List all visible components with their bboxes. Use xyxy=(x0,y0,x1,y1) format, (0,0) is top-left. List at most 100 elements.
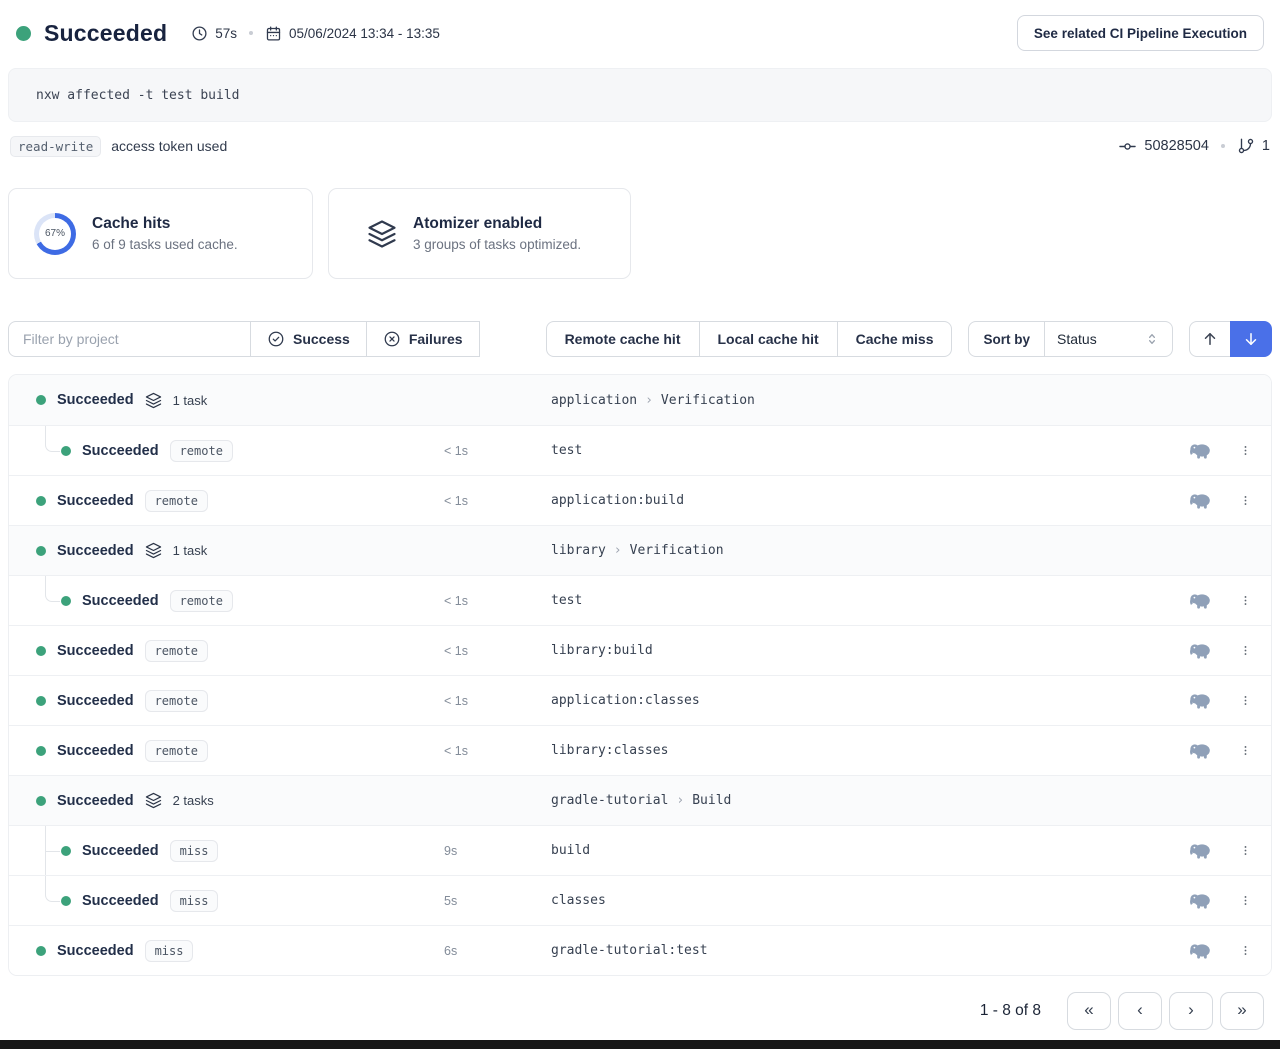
cache-percent: 67% xyxy=(39,218,71,250)
sort-select[interactable]: Status xyxy=(1044,321,1173,357)
status-dot xyxy=(61,596,71,606)
gradle-icon[interactable] xyxy=(1189,441,1212,460)
access-token-label: access token used xyxy=(111,138,227,154)
group-row[interactable]: Succeeded 2 tasks gradle-tutorial › Buil… xyxy=(9,775,1271,825)
gradle-icon[interactable] xyxy=(1189,841,1212,860)
tasks-count: 1 task xyxy=(173,543,208,558)
task-row[interactable]: Succeeded miss 6s gradle-tutorial:test xyxy=(9,925,1271,975)
cache-status-badge: miss xyxy=(170,890,219,912)
cache-status-badge: remote xyxy=(145,690,208,712)
task-name: library:build xyxy=(551,643,1189,658)
task-row[interactable]: Succeeded remote < 1s test xyxy=(9,425,1271,475)
status-dot xyxy=(36,796,46,806)
row-status: Succeeded xyxy=(57,493,134,509)
gradle-icon[interactable] xyxy=(1189,591,1212,610)
arrow-up-icon xyxy=(1201,330,1219,348)
task-name: gradle-tutorial:test xyxy=(551,943,1189,958)
target-name: Build xyxy=(692,793,731,808)
task-name: test xyxy=(551,443,1189,458)
task-name: test xyxy=(551,593,1189,608)
cache-miss-button[interactable]: Cache miss xyxy=(837,321,953,357)
kebab-menu-icon[interactable] xyxy=(1237,742,1254,759)
pagination-first-button[interactable]: « xyxy=(1067,992,1111,1030)
status-dot xyxy=(36,746,46,756)
gradle-icon[interactable] xyxy=(1189,741,1212,760)
cache-progress-ring: 67% xyxy=(34,213,76,255)
row-status: Succeeded xyxy=(57,743,134,759)
chevron-updown-icon xyxy=(1144,331,1160,347)
sort-ascending-button[interactable] xyxy=(1189,321,1231,357)
project-name: application xyxy=(551,393,637,408)
tree-connector xyxy=(45,426,60,452)
project-name: library xyxy=(551,543,606,558)
see-related-ci-pipeline-button[interactable]: See related CI Pipeline Execution xyxy=(1017,15,1264,51)
branch-icon xyxy=(1237,137,1255,155)
row-status: Succeeded xyxy=(82,893,159,909)
filter-project-input[interactable] xyxy=(8,321,251,357)
kebab-menu-icon[interactable] xyxy=(1237,442,1254,459)
page-range-label: 1 - 8 of 8 xyxy=(980,1002,1041,1020)
row-status: Succeeded xyxy=(57,643,134,659)
failures-filter-button[interactable]: Failures xyxy=(366,321,480,357)
gradle-icon[interactable] xyxy=(1189,691,1212,710)
status-dot xyxy=(61,896,71,906)
success-filter-button[interactable]: Success xyxy=(250,321,367,357)
task-row[interactable]: Succeeded remote < 1s library:classes xyxy=(9,725,1271,775)
row-status: Succeeded xyxy=(57,793,134,809)
task-row[interactable]: Succeeded remote < 1s library:build xyxy=(9,625,1271,675)
layers-icon xyxy=(367,219,397,249)
task-row[interactable]: Succeeded remote < 1s test xyxy=(9,575,1271,625)
pagination-next-button[interactable]: › xyxy=(1169,992,1213,1030)
cache-hits-card[interactable]: 67% Cache hits 6 of 9 tasks used cache. xyxy=(8,188,313,279)
kebab-menu-icon[interactable] xyxy=(1237,492,1254,509)
kebab-menu-icon[interactable] xyxy=(1237,642,1254,659)
stat-cards: 67% Cache hits 6 of 9 tasks used cache. … xyxy=(8,188,1272,279)
commit-id[interactable]: 50828504 xyxy=(1144,138,1209,154)
date-range-label: 05/06/2024 13:34 - 13:35 xyxy=(289,26,440,41)
commit-icon xyxy=(1118,137,1137,156)
task-row[interactable]: Succeeded miss 9s build xyxy=(9,825,1271,875)
atomizer-card[interactable]: Atomizer enabled 3 groups of tasks optim… xyxy=(328,188,631,279)
target-name: Verification xyxy=(661,393,755,408)
row-status: Succeeded xyxy=(57,943,134,959)
gradle-icon[interactable] xyxy=(1189,941,1212,960)
gradle-icon[interactable] xyxy=(1189,491,1212,510)
gradle-icon[interactable] xyxy=(1189,891,1212,910)
kebab-menu-icon[interactable] xyxy=(1237,942,1254,959)
group-row[interactable]: Succeeded 1 task application › Verificat… xyxy=(9,375,1271,425)
pagination-prev-button[interactable]: ‹ xyxy=(1118,992,1162,1030)
sort-by-label: Sort by xyxy=(968,321,1045,357)
run-header: Succeeded 57s 05/06/2024 13:34 - 13:35 S… xyxy=(16,14,1264,52)
local-cache-hit-button[interactable]: Local cache hit xyxy=(699,321,838,357)
kebab-menu-icon[interactable] xyxy=(1237,892,1254,909)
task-row[interactable]: Succeeded miss 5s classes xyxy=(9,875,1271,925)
access-token-badge: read-write xyxy=(10,136,101,157)
bottom-bar xyxy=(0,1040,1280,1049)
kebab-menu-icon[interactable] xyxy=(1237,692,1254,709)
task-row[interactable]: Succeeded remote < 1s application:classe… xyxy=(9,675,1271,725)
row-status: Succeeded xyxy=(82,443,159,459)
task-row[interactable]: Succeeded remote < 1s application:build xyxy=(9,475,1271,525)
sort-select-value: Status xyxy=(1057,331,1097,347)
vcs-info: 50828504 1 xyxy=(1118,137,1270,156)
group-row[interactable]: Succeeded 1 task library › Verification xyxy=(9,525,1271,575)
tasks-count: 2 tasks xyxy=(173,793,214,808)
cache-status-badge: miss xyxy=(170,840,219,862)
atomizer-card-subtitle: 3 groups of tasks optimized. xyxy=(413,237,581,252)
token-row: read-write access token used 50828504 1 xyxy=(10,134,1270,158)
sort-descending-button[interactable] xyxy=(1230,321,1272,357)
task-duration: 9s xyxy=(444,844,551,858)
gradle-icon[interactable] xyxy=(1189,641,1212,660)
status-dot xyxy=(16,26,31,41)
kebab-menu-icon[interactable] xyxy=(1237,592,1254,609)
check-circle-icon xyxy=(267,330,285,348)
separator-dot xyxy=(249,31,253,35)
kebab-menu-icon[interactable] xyxy=(1237,842,1254,859)
task-name: application:classes xyxy=(551,693,1189,708)
status-dot xyxy=(61,446,71,456)
status-dot xyxy=(36,496,46,506)
target-name: Verification xyxy=(630,543,724,558)
task-name: library:classes xyxy=(551,743,1189,758)
pagination-last-button[interactable]: » xyxy=(1220,992,1264,1030)
remote-cache-hit-button[interactable]: Remote cache hit xyxy=(546,321,700,357)
